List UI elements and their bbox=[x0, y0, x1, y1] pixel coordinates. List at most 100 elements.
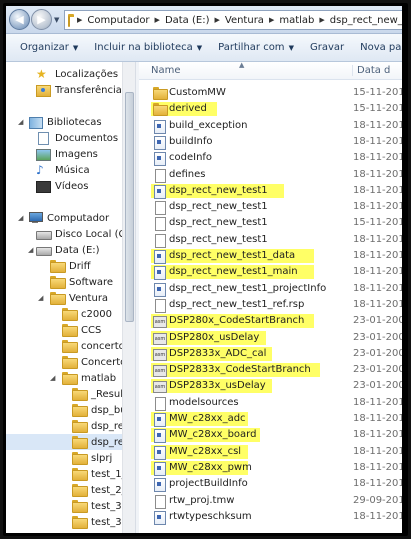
chevron-right-icon[interactable]: ▶ bbox=[269, 16, 274, 24]
source-file-icon bbox=[153, 250, 166, 264]
file-row[interactable]: DSP280x_CodeStartBranch 23-01-2009 bbox=[139, 313, 402, 329]
nav-item-label: Documentos bbox=[55, 132, 119, 144]
file-row[interactable]: buildInfo 18-11-2011 bbox=[139, 134, 402, 150]
nav-item[interactable]: test_32_tic bbox=[72, 514, 131, 530]
nav-item[interactable]: test_1_ticcs bbox=[72, 466, 131, 482]
nav-item[interactable]: Imagens bbox=[36, 146, 122, 162]
file-row[interactable]: defines 18-11-2011 bbox=[139, 167, 402, 183]
back-button[interactable]: ◀ bbox=[9, 9, 30, 30]
nav-item[interactable]: Documentos bbox=[36, 130, 122, 146]
nav-item[interactable]: Transferências bbox=[36, 82, 127, 98]
chevron-right-icon[interactable]: ▶ bbox=[77, 16, 82, 24]
breadcrumb-ventura[interactable]: Ventura bbox=[225, 15, 264, 26]
file-name: dsp_rect_new_test1_data bbox=[169, 250, 296, 261]
nav-item[interactable]: Disco Local (C:) bbox=[36, 226, 131, 242]
file-row[interactable]: dsp_rect_new_test1 18-11-2011 bbox=[139, 199, 402, 216]
nav-item[interactable]: Ventura bbox=[50, 290, 122, 306]
organize-button[interactable]: Organizar ▼ bbox=[6, 42, 86, 53]
tree-expand-icon[interactable]: ◢ bbox=[18, 214, 23, 222]
column-header-name[interactable]: Name bbox=[151, 65, 181, 76]
burn-button[interactable]: Gravar bbox=[302, 42, 352, 53]
breadcrumb-matlab[interactable]: matlab bbox=[279, 15, 314, 26]
chevron-right-icon[interactable]: ▶ bbox=[214, 16, 219, 24]
file-row[interactable]: dsp_rect_new_test1 18-11-2011 bbox=[139, 183, 402, 199]
nav-item[interactable]: Concerto_CS bbox=[62, 354, 131, 370]
dropdown-arrow-icon: ▼ bbox=[72, 43, 79, 52]
file-icon bbox=[153, 201, 166, 216]
file-name: dsp_rect_new_test1_main bbox=[169, 266, 298, 278]
nav-item[interactable]: _Resultados bbox=[72, 386, 131, 402]
file-row[interactable]: dsp_rect_new_test1_data 18-11-2011 bbox=[139, 248, 402, 264]
file-row[interactable]: derived 15-11-2011 bbox=[139, 101, 402, 117]
file-row[interactable]: DSP280x_usDelay 23-01-2009 bbox=[139, 330, 402, 346]
source-file-icon bbox=[153, 184, 166, 199]
chevron-right-icon[interactable]: ▶ bbox=[155, 16, 160, 24]
nav-item[interactable]: test_2_ticcs bbox=[72, 482, 131, 498]
nav-item[interactable]: dsp_rect_h_ bbox=[72, 418, 131, 434]
nav-item[interactable]: dsp_buck_t bbox=[72, 402, 131, 418]
file-row[interactable]: MW_c28xx_board 18-11-2011 bbox=[139, 427, 402, 444]
nav-item[interactable]: matlab bbox=[62, 370, 122, 386]
tree-expand-icon[interactable]: ◢ bbox=[50, 374, 55, 382]
file-row[interactable]: modelsources 18-11-2011 bbox=[139, 395, 402, 411]
file-row[interactable]: projectBuildInfo 18-11-2011 bbox=[139, 476, 402, 493]
file-name: build_exception bbox=[169, 119, 248, 131]
breadcrumb-current[interactable]: dsp_rect_new_test1 bbox=[330, 15, 402, 26]
file-row[interactable]: dsp_rect_new_test1_projectInfo 18-11-2011 bbox=[139, 281, 402, 297]
nav-item[interactable]: ♪ Música bbox=[36, 162, 122, 178]
organize-label: Organizar bbox=[20, 42, 69, 53]
forward-button[interactable]: ▶ bbox=[31, 9, 52, 30]
nav-item[interactable]: Driff bbox=[50, 258, 122, 274]
file-row[interactable]: DSP2833x_ADC_cal 23-01-2009 bbox=[139, 346, 402, 362]
new-folder-button[interactable]: Nova past bbox=[352, 42, 402, 53]
file-row[interactable]: MW_c28xx_csl 18-11-2011 bbox=[139, 444, 402, 460]
breadcrumb[interactable]: ▶ Computador ▶ Data (E:) ▶ Ventura ▶ mat… bbox=[64, 10, 402, 30]
breadcrumb-computer[interactable]: Computador bbox=[87, 15, 149, 26]
nav-item[interactable]: Software bbox=[50, 274, 122, 290]
navigation-pane[interactable]: ★ Localizações Transferências Bibliotecas Do… bbox=[6, 62, 131, 533]
nav-item[interactable]: Computador bbox=[28, 210, 122, 226]
share-with-button[interactable]: Partilhar com ▼ bbox=[210, 42, 302, 53]
history-dropdown-icon[interactable]: ▼ bbox=[54, 16, 59, 24]
file-row[interactable]: rtwtypeschksum 18-11-2011 bbox=[139, 509, 402, 525]
file-row[interactable]: rtw_proj.tmw 29-09-2011 bbox=[139, 493, 402, 509]
file-row[interactable]: DSP2833x_usDelay 23-01-2009 bbox=[139, 378, 402, 394]
file-row[interactable]: CustomMW 15-11-2011 bbox=[139, 85, 402, 101]
nav-item[interactable]: Data (E:) bbox=[36, 242, 122, 258]
nav-item[interactable]: Bibliotecas bbox=[28, 114, 122, 130]
folder-icon bbox=[62, 308, 78, 321]
include-in-library-button[interactable]: Incluir na biblioteca ▼ bbox=[86, 42, 210, 53]
nav-item[interactable]: CCS bbox=[62, 322, 122, 338]
file-name: DSP280x_CodeStartBranch bbox=[169, 315, 305, 327]
nav-item[interactable]: c2000 bbox=[62, 306, 122, 322]
chevron-right-icon[interactable]: ▶ bbox=[319, 16, 324, 24]
source-file-icon bbox=[153, 510, 166, 525]
column-header-date[interactable]: Data d bbox=[352, 65, 390, 76]
file-name: MW_c28xx_csl bbox=[169, 445, 242, 457]
file-date: 18-11-2011 bbox=[353, 461, 402, 473]
nav-item[interactable]: Vídeos bbox=[36, 178, 122, 194]
nav-scrollbar[interactable] bbox=[122, 62, 135, 533]
nav-item[interactable]: test_31_ticc bbox=[72, 498, 131, 514]
file-row[interactable]: MW_c28xx_pwm 18-11-2011 bbox=[139, 460, 402, 476]
file-row[interactable]: MW_c28xx_adc 18-11-2011 bbox=[139, 411, 402, 427]
tree-expand-icon[interactable]: ◢ bbox=[18, 118, 23, 126]
tree-expand-icon[interactable]: ◢ bbox=[28, 246, 33, 254]
file-row[interactable]: dsp_rect_new_test1_ref.rsp 18-11-2011 bbox=[139, 297, 402, 313]
tree-expand-icon[interactable]: ◢ bbox=[38, 294, 43, 302]
file-row[interactable]: build_exception 18-11-2011 bbox=[139, 118, 402, 134]
file-row[interactable]: DSP2833x_CodeStartBranch 23-01-2009 bbox=[139, 362, 402, 378]
file-name: rtwtypeschksum bbox=[169, 510, 252, 522]
file-row[interactable]: dsp_rect_new_test1 18-11-2011 bbox=[139, 232, 402, 248]
nav-item[interactable]: ★ Localizações bbox=[36, 66, 122, 82]
nav-scrollbar-thumb[interactable] bbox=[125, 92, 134, 322]
file-row[interactable]: dsp_rect_new_test1_main 18-11-2011 bbox=[139, 264, 402, 281]
file-row[interactable]: codeInfo 18-11-2011 bbox=[139, 150, 402, 167]
nav-item[interactable]: dsp_rect_ne bbox=[6, 434, 131, 450]
nav-item[interactable]: slprj bbox=[72, 450, 122, 466]
file-name: derived bbox=[169, 103, 207, 115]
nav-item[interactable]: concerto bbox=[62, 338, 125, 354]
file-date: 18-11-2011 bbox=[353, 201, 402, 213]
file-row[interactable]: dsp_rect_new_test1 15-11-2011 bbox=[139, 215, 402, 232]
breadcrumb-data-e[interactable]: Data (E:) bbox=[165, 15, 210, 26]
